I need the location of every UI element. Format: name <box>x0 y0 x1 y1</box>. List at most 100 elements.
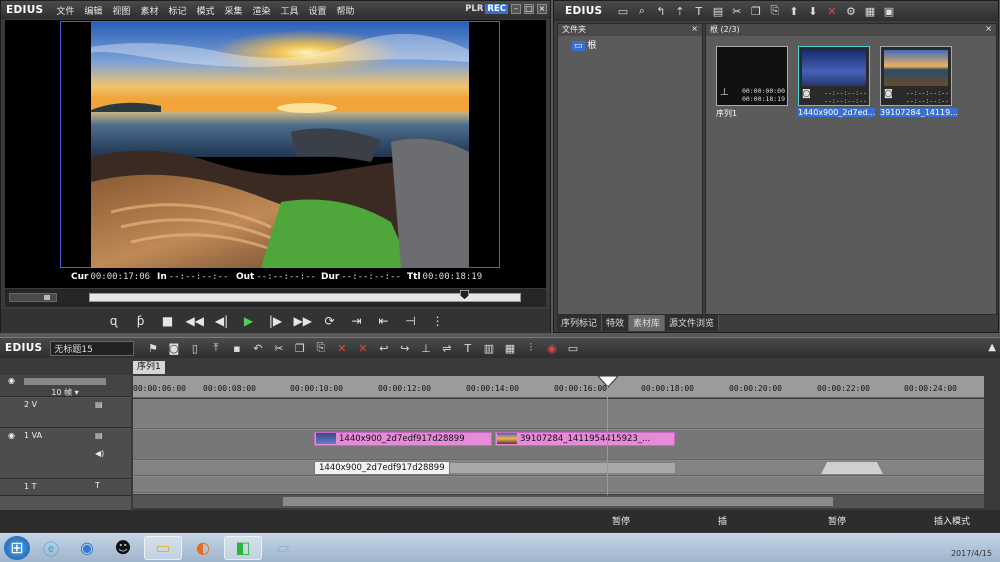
ie-icon[interactable]: ⓔ <box>36 536 66 560</box>
menu-clip[interactable]: 素材 <box>135 4 163 17</box>
set-out-icon[interactable]: ƥ <box>132 314 150 328</box>
loop-icon[interactable]: ⟳ <box>321 314 339 328</box>
project-name-field[interactable]: 无标题15 <box>50 340 135 356</box>
menu-edit[interactable]: 编辑 <box>79 4 107 17</box>
sync-icon[interactable]: ⇌ <box>440 342 453 355</box>
timeline-clip-1[interactable]: 1440x900_2d7edf917d28899 <box>314 432 492 446</box>
add-to-timeline-icon[interactable]: ⬆ <box>787 5 800 18</box>
cut-icon[interactable]: ✂ <box>272 342 285 355</box>
menu-icon[interactable]: ▣ <box>882 5 895 18</box>
mixer-icon[interactable]: ▥ <box>482 342 495 355</box>
bin-item-sequence[interactable]: ⊥ 00:00:00:00 00:00:18:19 <box>716 46 788 106</box>
lane-1t[interactable] <box>133 477 984 493</box>
set-in-icon[interactable]: ɋ <box>105 314 123 328</box>
eye-icon[interactable]: ◉ <box>8 431 15 440</box>
menu-capture[interactable]: 采集 <box>219 4 247 17</box>
title-track-icon[interactable]: T <box>95 481 100 490</box>
tab-sequence-markers[interactable]: 序列标记 <box>557 315 603 331</box>
snapshot-icon[interactable]: ◙ <box>167 342 180 355</box>
grid-icon[interactable]: ▦ <box>503 342 516 355</box>
redo-arrow-icon[interactable]: ↪ <box>398 342 411 355</box>
options-icon[interactable]: ⋮ <box>429 314 447 328</box>
rewind-icon[interactable]: ◀◀ <box>186 314 204 328</box>
close-icon[interactable]: × <box>537 4 547 14</box>
menu-settings[interactable]: 设置 <box>304 4 332 17</box>
replace-icon[interactable]: ⬇ <box>806 5 819 18</box>
fast-forward-icon[interactable]: ▶▶ <box>294 314 312 328</box>
menu-marker[interactable]: 标记 <box>163 4 191 17</box>
save-icon[interactable]: ▪ <box>230 342 243 355</box>
delete-icon[interactable]: ✕ <box>825 5 838 18</box>
title-icon[interactable]: T <box>461 342 474 355</box>
menu-mode[interactable]: 模式 <box>191 4 219 17</box>
stop-icon[interactable]: ■ <box>159 314 177 328</box>
undo-arrow-icon[interactable]: ↩ <box>377 342 390 355</box>
timeline-clip-2[interactable]: 39107284_1411954415923_... <box>495 432 675 446</box>
copy-icon[interactable]: ❐ <box>749 5 762 18</box>
media-player-icon[interactable]: ◉ <box>72 536 102 560</box>
plr-button[interactable]: PLR <box>463 4 485 14</box>
menu-help[interactable]: 帮助 <box>332 4 360 17</box>
speaker-icon[interactable]: ◀) <box>95 449 104 458</box>
tab-bin[interactable]: 素材库 <box>629 315 666 331</box>
track-lock-icon[interactable]: ▤ <box>95 400 103 409</box>
trim-icon[interactable]: ⊣ <box>402 314 420 328</box>
add-marker-icon[interactable]: ⊥ <box>419 342 432 355</box>
add-title-icon[interactable]: T <box>692 5 705 18</box>
explorer-icon[interactable]: ▭ <box>144 535 182 560</box>
track-height-slider[interactable] <box>24 378 106 385</box>
collapse-icon[interactable]: ▲ <box>988 342 996 353</box>
close-icon[interactable]: × <box>691 24 698 33</box>
position-slider[interactable] <box>89 289 521 304</box>
position-playhead[interactable] <box>459 289 470 304</box>
track-header-1va[interactable]: ◉ 1 VA ▤ ◀) <box>0 429 131 479</box>
edius-icon[interactable]: ◧ <box>224 535 262 560</box>
lane-1va-audio[interactable] <box>133 461 984 476</box>
overwrite-to-timeline-icon[interactable]: ⇤ <box>375 314 393 328</box>
audio-clip-fade[interactable] <box>821 462 883 474</box>
menu-view[interactable]: 视图 <box>107 4 135 17</box>
record-icon[interactable]: ◉ <box>545 342 558 355</box>
playhead-marker[interactable] <box>598 376 618 388</box>
sequence-tab[interactable]: 序列1 <box>133 361 165 374</box>
eye-icon[interactable]: ◉ <box>8 376 15 385</box>
open-project-icon[interactable]: ⤒ <box>209 341 222 355</box>
shuttle-slider[interactable] <box>9 293 57 302</box>
menu-tools[interactable]: 工具 <box>276 4 304 17</box>
root-folder[interactable]: ▭ 根 <box>558 36 702 53</box>
timeline-ruler[interactable]: 00:00:06:00 00:00:08:00 00:00:10:00 00:0… <box>133 376 984 398</box>
step-forward-icon[interactable]: |▶ <box>267 314 285 328</box>
paste-icon[interactable]: ⎘ <box>314 341 327 355</box>
menu-file[interactable]: 文件 <box>51 4 79 17</box>
zoom-selector[interactable]: 10 帧 ▾ <box>24 387 106 397</box>
start-orb-icon[interactable]: ⊞ <box>4 535 30 560</box>
track-header-2v[interactable]: 2 V ▤ <box>0 398 131 428</box>
paste-icon[interactable]: ⎘ <box>768 4 781 18</box>
timeline-scrollbar[interactable] <box>133 495 984 508</box>
copy-icon[interactable]: ❐ <box>293 342 306 355</box>
view-icon[interactable]: ▦ <box>863 5 876 18</box>
tab-source-browser[interactable]: 源文件浏览 <box>665 315 720 331</box>
notepad-icon[interactable]: ▱ <box>268 536 298 560</box>
audio-mixer-icon[interactable]: ⫶ <box>524 341 537 355</box>
cut-icon[interactable]: ✂ <box>730 5 743 18</box>
shuttle-knob[interactable] <box>44 295 50 300</box>
open-clip-icon[interactable]: ⇡ <box>673 5 686 18</box>
color-bars-icon[interactable]: ▤ <box>711 5 724 18</box>
folder-icon[interactable]: ▭ <box>616 5 629 18</box>
up-folder-icon[interactable]: ↰ <box>654 5 667 18</box>
track-lock-icon[interactable]: ▤ <box>95 431 103 440</box>
delete-icon[interactable]: ✕ <box>335 342 348 355</box>
firefox-icon[interactable]: ◐ <box>188 536 218 560</box>
search-icon[interactable]: ⌕ <box>635 4 648 18</box>
undo-icon[interactable]: ↶ <box>251 342 264 355</box>
close-icon[interactable]: × <box>985 24 992 33</box>
minimize-icon[interactable]: – <box>511 4 521 14</box>
step-back-icon[interactable]: ◀| <box>213 314 231 328</box>
new-sequence-icon[interactable]: ▯ <box>188 342 201 355</box>
rec-button[interactable]: REC <box>485 4 508 14</box>
menu-render[interactable]: 渲染 <box>248 4 276 17</box>
track-header-1t[interactable]: 1 TT <box>0 480 131 496</box>
plr-rec-switch[interactable]: PLR REC <box>463 4 508 14</box>
bin-item-clip-2[interactable]: ◙ --:--:--:-- --:--:--:-- <box>880 46 952 106</box>
